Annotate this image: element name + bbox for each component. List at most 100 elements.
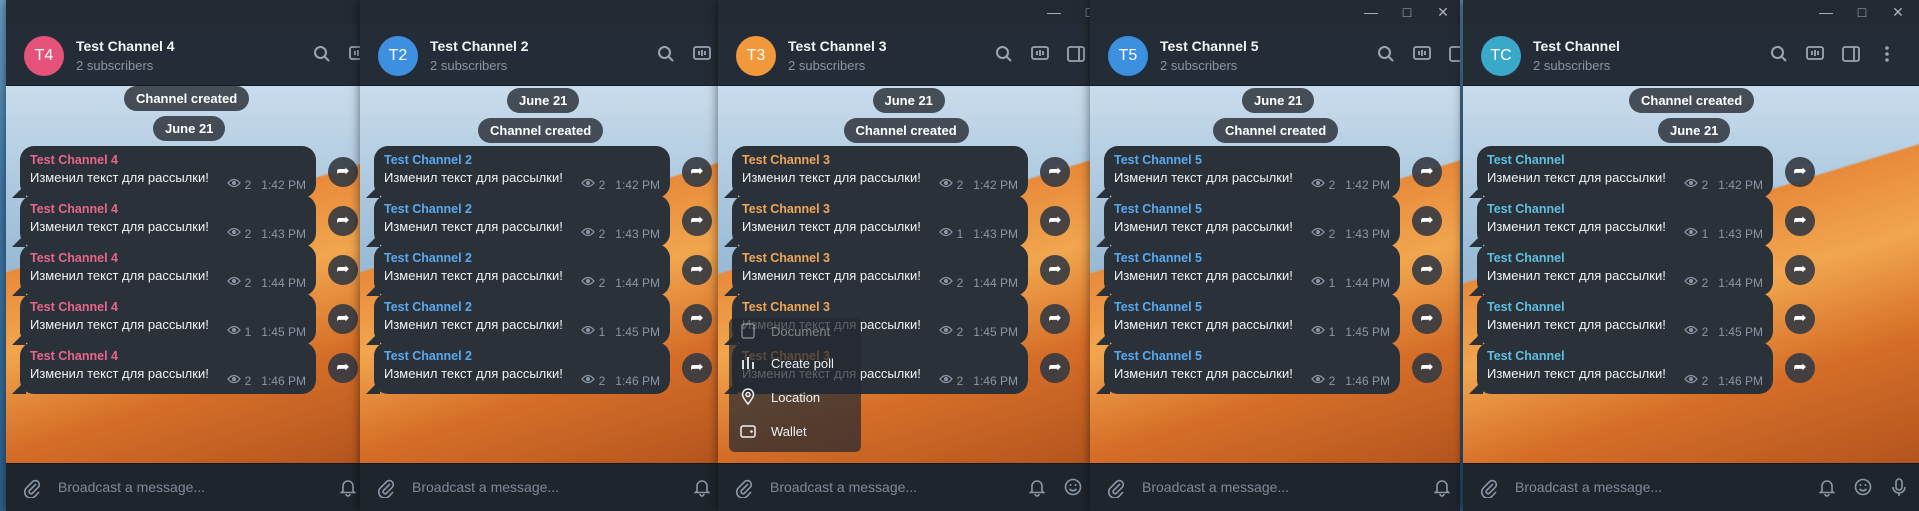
share-button[interactable]: ➦ (682, 206, 712, 236)
message-bubble[interactable]: Test Channel 5 Изменил текст для рассылк… (1096, 244, 1400, 296)
message-author[interactable]: Test Channel (1487, 153, 1763, 167)
message-author[interactable]: Test Channel 2 (384, 349, 660, 363)
share-button[interactable]: ➦ (682, 353, 712, 383)
message-bubble[interactable]: Test Channel 4 Изменил текст для рассылк… (12, 293, 316, 345)
minimize-icon[interactable]: — (1364, 4, 1378, 21)
close-icon[interactable]: ✕ (1891, 4, 1905, 21)
attach-menu-item-document[interactable]: Document (739, 322, 830, 340)
share-button[interactable]: ➦ (682, 304, 712, 334)
minimize-icon[interactable]: — (1047, 4, 1061, 21)
message-author[interactable]: Test Channel (1487, 349, 1763, 363)
bell-icon[interactable] (692, 477, 712, 502)
message-author[interactable]: Test Channel 2 (384, 251, 660, 265)
share-button[interactable]: ➦ (328, 206, 358, 236)
share-button[interactable]: ➦ (1040, 304, 1070, 334)
message-author[interactable]: Test Channel 5 (1114, 202, 1390, 216)
message-author[interactable]: Test Channel 5 (1114, 251, 1390, 265)
message-list[interactable]: Channel created June 21 Test Channel 5 Из… (1090, 86, 1460, 463)
share-button[interactable]: ➦ (328, 255, 358, 285)
message-author[interactable]: Test Channel 4 (30, 202, 306, 216)
share-button[interactable]: ➦ (1412, 206, 1442, 236)
message-input[interactable]: Broadcast a message... (770, 479, 917, 495)
share-button[interactable]: ➦ (1040, 353, 1070, 383)
message-author[interactable]: Test Channel 3 (742, 251, 1018, 265)
message-author[interactable]: Test Channel 4 (30, 349, 306, 363)
message-bubble[interactable]: Test Channel 2 Изменил текст для рассылк… (366, 195, 670, 247)
minimize-icon[interactable]: — (1819, 4, 1833, 21)
video-chat-icon[interactable] (1030, 44, 1050, 64)
message-bubble[interactable]: Test Channel 2 Изменил текст для рассылк… (366, 293, 670, 345)
message-author[interactable]: Test Channel 5 (1114, 153, 1390, 167)
share-button[interactable]: ➦ (1412, 304, 1442, 334)
message-bubble[interactable]: Test Channel 2 Изменил текст для рассылк… (366, 342, 670, 394)
message-author[interactable]: Test Channel 5 (1114, 349, 1390, 363)
message-author[interactable]: Test Channel 3 (742, 153, 1018, 167)
message-author[interactable]: Test Channel (1487, 300, 1763, 314)
message-author[interactable]: Test Channel 3 (742, 202, 1018, 216)
message-author[interactable]: Test Channel (1487, 251, 1763, 265)
chat-header[interactable]: T5 Test Channel 5 2 subscribers (1090, 24, 1460, 86)
message-input[interactable]: Broadcast a message... (412, 479, 559, 495)
attach-icon[interactable] (1479, 478, 1499, 499)
video-chat-icon[interactable] (1412, 44, 1432, 64)
message-input[interactable]: Broadcast a message... (1515, 479, 1662, 495)
share-button[interactable]: ➦ (1412, 353, 1442, 383)
share-button[interactable]: ➦ (1785, 157, 1815, 187)
attach-menu-item-poll[interactable]: Create poll (739, 354, 834, 372)
maximize-icon[interactable]: □ (1400, 4, 1414, 21)
message-author[interactable]: Test Channel 5 (1114, 300, 1390, 314)
message-bubble[interactable]: Test Channel 4 Изменил текст для рассылк… (12, 146, 316, 198)
sidebar-toggle-icon[interactable] (1066, 44, 1086, 64)
more-options-icon[interactable] (1877, 44, 1897, 64)
attach-icon[interactable] (734, 478, 754, 499)
video-chat-icon[interactable] (692, 44, 712, 64)
close-icon[interactable]: ✕ (1436, 4, 1450, 21)
message-bubble[interactable]: Test Channel 3 Изменил текст для рассылк… (724, 146, 1028, 198)
message-author[interactable]: Test Channel 2 (384, 300, 660, 314)
message-author[interactable]: Test Channel 4 (30, 251, 306, 265)
bell-icon[interactable] (1027, 477, 1047, 502)
message-bubble[interactable]: Test Channel 5 Изменил текст для рассылк… (1096, 146, 1400, 198)
share-button[interactable]: ➦ (1412, 255, 1442, 285)
attach-menu-item-location[interactable]: Location (739, 388, 820, 406)
message-list[interactable]: Channel created June 21 Test Channel 2 Из… (360, 86, 720, 463)
share-button[interactable]: ➦ (328, 304, 358, 334)
avatar[interactable]: T4 (24, 36, 64, 76)
message-author[interactable]: Test Channel 4 (30, 300, 306, 314)
message-bubble[interactable]: Test Channel Изменил текст для рассылки!… (1469, 146, 1773, 198)
message-bubble[interactable]: Test Channel 3 Изменил текст для рассылк… (724, 195, 1028, 247)
message-author[interactable]: Test Channel 3 (742, 300, 1018, 314)
search-icon[interactable] (656, 44, 676, 64)
emoji-icon[interactable] (1853, 477, 1873, 502)
message-bubble[interactable]: Test Channel 4 Изменил текст для рассылк… (12, 195, 316, 247)
share-button[interactable]: ➦ (328, 157, 358, 187)
message-author[interactable]: Test Channel 2 (384, 202, 660, 216)
chat-header[interactable]: T3 Test Channel 3 2 subscribers (718, 24, 1093, 86)
message-bubble[interactable]: Test Channel 5 Изменил текст для рассылк… (1096, 293, 1400, 345)
share-button[interactable]: ➦ (1040, 206, 1070, 236)
avatar[interactable]: T2 (378, 36, 418, 76)
share-button[interactable]: ➦ (1785, 353, 1815, 383)
bell-icon[interactable] (1817, 477, 1837, 502)
emoji-icon[interactable] (1063, 477, 1083, 502)
message-bubble[interactable]: Test Channel Изменил текст для рассылки!… (1469, 293, 1773, 345)
avatar[interactable]: T3 (736, 36, 776, 76)
bell-icon[interactable] (1432, 477, 1452, 502)
attach-icon[interactable] (22, 478, 42, 499)
sidebar-toggle-icon[interactable] (1841, 44, 1861, 64)
message-bubble[interactable]: Test Channel 3 Изменил текст для рассылк… (724, 244, 1028, 296)
message-bubble[interactable]: Test Channel 4 Изменил текст для рассылк… (12, 244, 316, 296)
share-button[interactable]: ➦ (1785, 304, 1815, 334)
message-input[interactable]: Broadcast a message... (1142, 479, 1289, 495)
attach-icon[interactable] (376, 478, 396, 499)
chat-header[interactable]: T2 Test Channel 2 2 subscribers (360, 24, 720, 86)
video-chat-icon[interactable] (1805, 44, 1825, 64)
search-icon[interactable] (312, 44, 332, 64)
sidebar-toggle-icon[interactable] (1448, 44, 1460, 64)
share-button[interactable]: ➦ (1040, 255, 1070, 285)
search-icon[interactable] (1376, 44, 1396, 64)
share-button[interactable]: ➦ (1412, 157, 1442, 187)
message-input[interactable]: Broadcast a message... (58, 479, 205, 495)
maximize-icon[interactable]: □ (1855, 4, 1869, 21)
message-author[interactable]: Test Channel (1487, 202, 1763, 216)
